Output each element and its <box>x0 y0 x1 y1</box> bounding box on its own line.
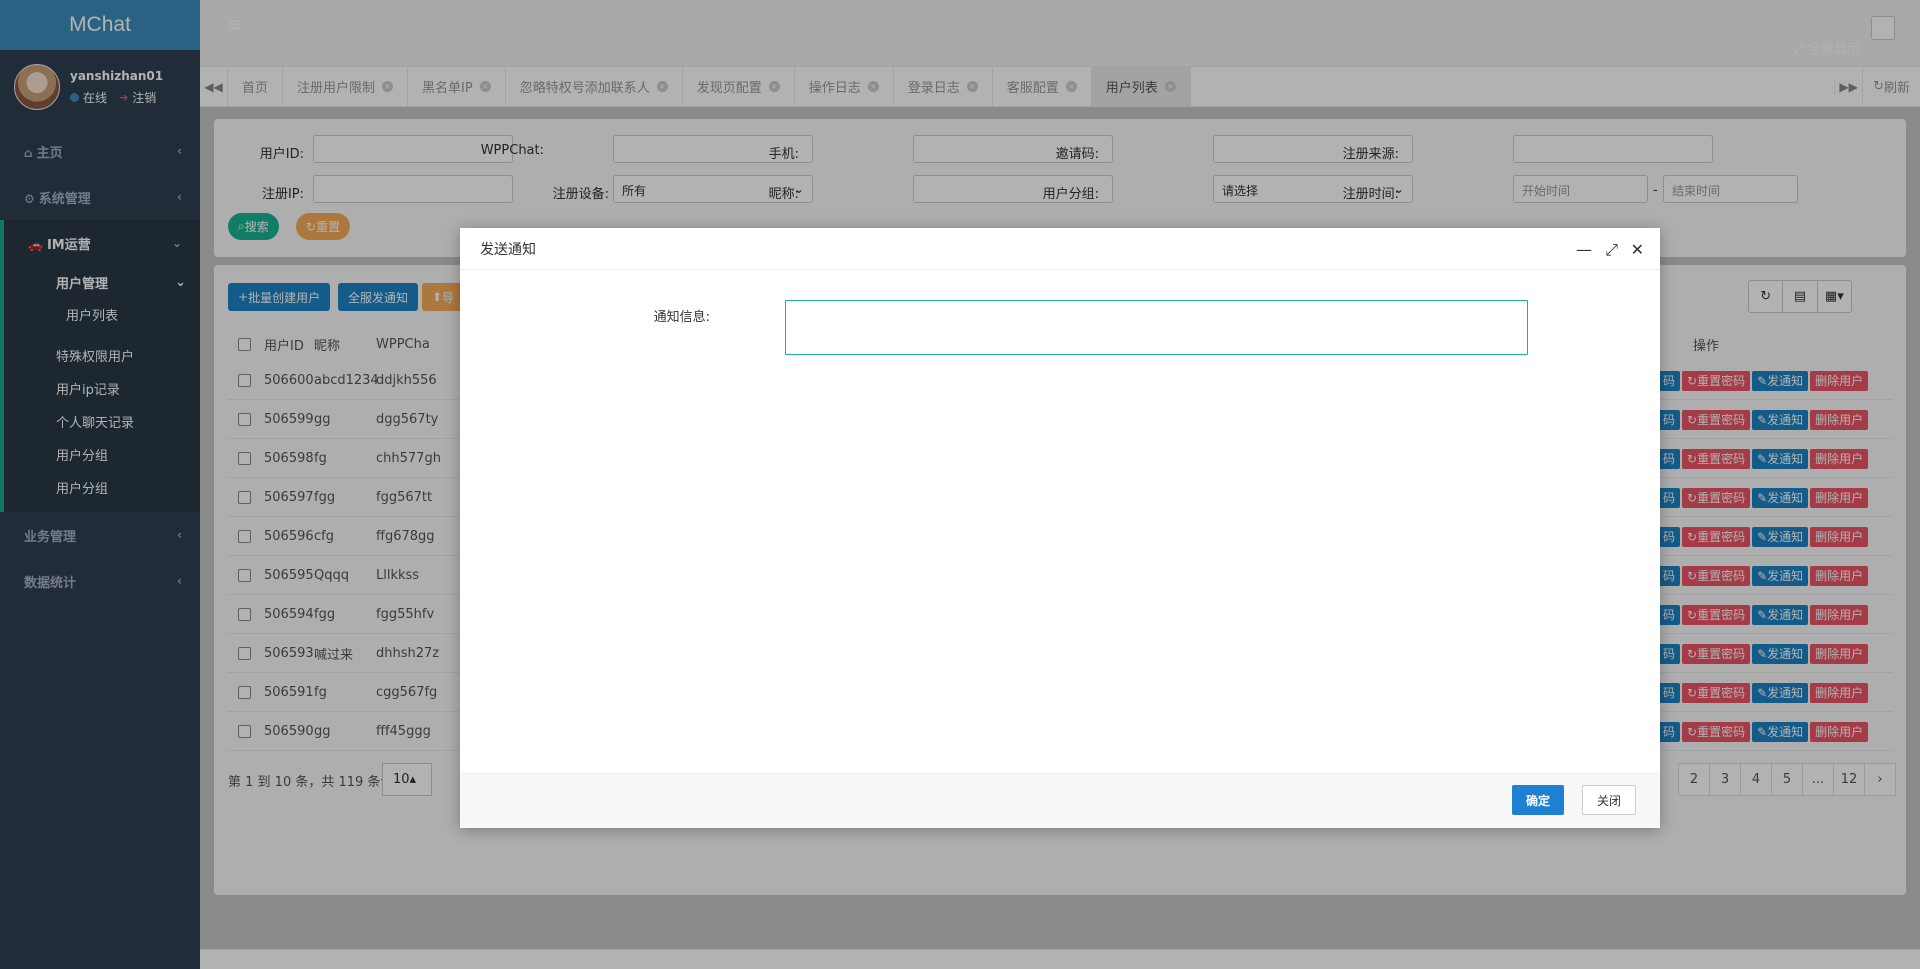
app-root: MChat yanshizhan01 在线 ➔ 注销 ⌂ 主页 ‹ ⚙ 系统管理 ‹ <box>0 0 1920 969</box>
dialog-body: 通知信息: <box>460 270 1660 772</box>
dialog-close-button[interactable]: 关闭 <box>1582 785 1637 815</box>
close-icon[interactable]: ✕ <box>1631 240 1644 259</box>
dialog-header: 发送通知 — ⤢ ✕ <box>460 228 1660 270</box>
notification-label: 通知信息: <box>653 310 710 325</box>
minimize-icon[interactable]: — <box>1576 240 1592 259</box>
confirm-button[interactable]: 确定 <box>1512 785 1565 815</box>
dialog-footer: 确定 关闭 <box>460 773 1660 828</box>
dialog-title: 发送通知 <box>480 241 536 258</box>
maximize-icon[interactable]: ⤢ <box>1605 240 1618 260</box>
notification-textarea[interactable] <box>785 300 1528 355</box>
send-notification-dialog: 发送通知 — ⤢ ✕ 通知信息: 确定 关闭 <box>460 228 1660 828</box>
